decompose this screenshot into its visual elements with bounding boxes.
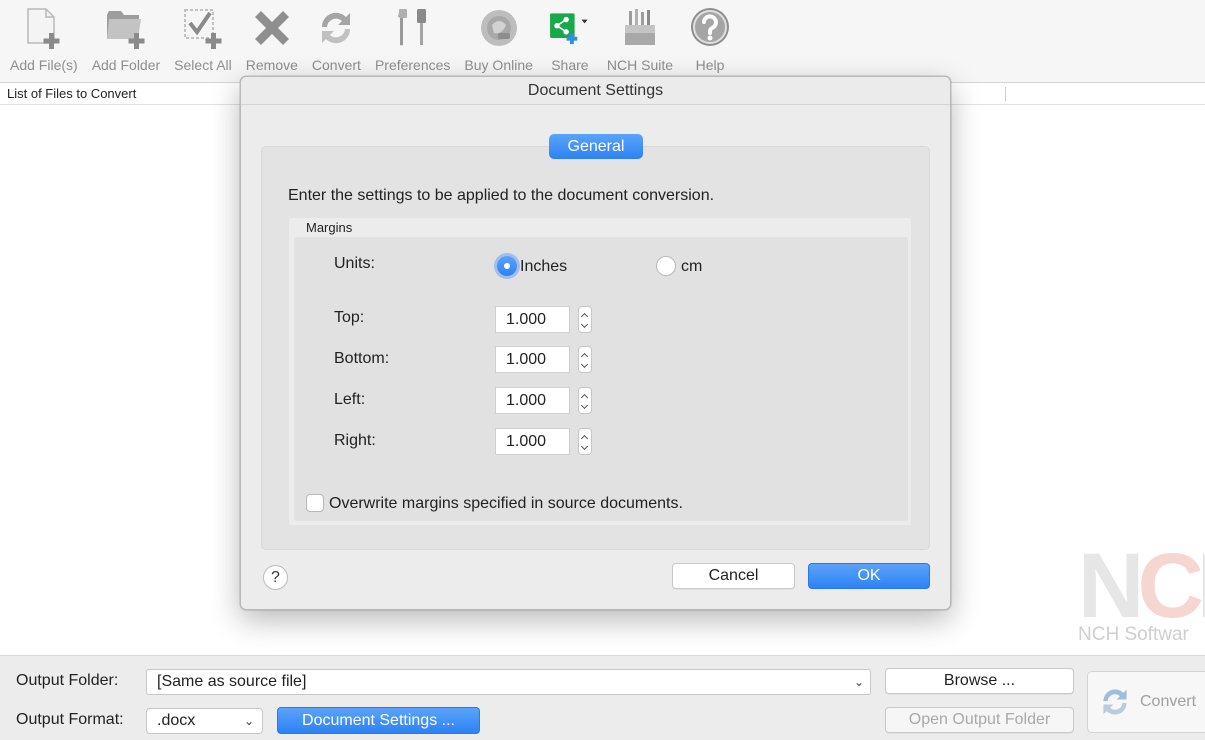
intro-text: Enter the settings to be applied to the … xyxy=(288,187,715,204)
column-divider[interactable] xyxy=(1005,87,1006,101)
overwrite-margins-checkbox[interactable] xyxy=(306,494,324,512)
left-label: Left: xyxy=(334,391,366,408)
buy-online-icon xyxy=(476,4,522,52)
convert-icon xyxy=(1103,689,1127,715)
remove-label: Remove xyxy=(245,57,298,73)
output-folder-value: [Same as source file] xyxy=(157,673,307,690)
preferences-icon xyxy=(390,4,436,52)
radio-cm[interactable] xyxy=(656,256,676,276)
convert-toolbar-button[interactable]: Convert xyxy=(305,0,368,82)
top-margin-stepper[interactable] xyxy=(578,306,592,333)
dialog-title: Document Settings xyxy=(241,77,950,105)
right-margin-stepper[interactable] xyxy=(578,428,592,455)
nch-watermark-logo: NCH NCH Softwar xyxy=(1078,548,1205,648)
cancel-button[interactable]: Cancel xyxy=(672,563,795,589)
buy-online-button[interactable]: Buy Online xyxy=(457,0,539,82)
toolbar: Add File(s) Add Folder Select All Remove… xyxy=(0,0,1205,83)
convert-icon xyxy=(313,4,359,52)
add-folder-icon xyxy=(103,4,149,52)
nch-suite-label: NCH Suite xyxy=(606,57,674,73)
convert-label: Convert xyxy=(1140,693,1197,710)
preferences-label: Preferences xyxy=(374,57,451,73)
convert-button[interactable]: Convert xyxy=(1087,671,1205,733)
convert-toolbar-label: Convert xyxy=(311,57,361,73)
margins-group: Margins xyxy=(289,218,911,525)
nch-software-text: NCH Softwar xyxy=(1078,624,1189,645)
bottom-label: Bottom: xyxy=(334,350,390,367)
chevron-down-icon: ⌄ xyxy=(243,714,254,728)
bottom-margin-stepper[interactable] xyxy=(578,346,592,373)
output-panel: Output Folder: [Same as source file] ⌄ B… xyxy=(0,655,1205,740)
bottom-margin-input[interactable]: 1.000 xyxy=(495,346,570,373)
right-margin-input[interactable]: 1.000 xyxy=(495,428,570,455)
file-list-column-header[interactable]: List of Files to Convert xyxy=(7,86,136,101)
left-margin-input[interactable]: 1.000 xyxy=(495,387,570,414)
radio-inches[interactable] xyxy=(497,256,517,276)
nch-suite-button[interactable]: NCH Suite xyxy=(600,0,680,82)
nch-mark: NCH xyxy=(1078,548,1205,637)
right-label: Right: xyxy=(334,432,376,449)
document-settings-dialog: Document Settings General Enter the sett… xyxy=(240,76,951,610)
browse-button[interactable]: Browse ... xyxy=(885,668,1074,694)
output-folder-label: Output Folder: xyxy=(16,672,119,689)
tab-general[interactable]: General xyxy=(549,134,643,159)
dialog-help-button[interactable]: ? xyxy=(263,565,288,590)
help-toolbar-button[interactable]: Help xyxy=(680,0,740,82)
ok-button[interactable]: OK xyxy=(808,563,930,589)
radio-cm-label[interactable]: cm xyxy=(681,258,702,276)
output-format-value: .docx xyxy=(157,712,196,729)
output-folder-select[interactable]: [Same as source file] ⌄ xyxy=(146,669,871,695)
share-button[interactable]: Share xyxy=(540,0,600,82)
select-all-icon xyxy=(180,4,226,52)
help-icon xyxy=(687,4,733,52)
output-format-select[interactable]: .docx ⌄ xyxy=(146,708,263,734)
add-files-label: Add File(s) xyxy=(10,57,78,73)
units-label: Units: xyxy=(334,255,375,272)
nch-suite-icon xyxy=(617,4,663,52)
preferences-button[interactable]: Preferences xyxy=(368,0,457,82)
select-all-button[interactable]: Select All xyxy=(167,0,239,82)
margins-inner-panel xyxy=(294,237,908,521)
left-margin-stepper[interactable] xyxy=(578,387,592,414)
share-label: Share xyxy=(551,57,589,73)
add-folder-button[interactable]: Add Folder xyxy=(85,0,167,82)
add-files-button[interactable]: Add File(s) xyxy=(3,0,85,82)
add-file-icon xyxy=(21,4,67,52)
radio-inches-label[interactable]: Inches xyxy=(520,258,567,276)
top-label: Top: xyxy=(334,309,365,326)
margins-title: Margins xyxy=(306,220,353,235)
remove-icon xyxy=(249,4,295,52)
output-format-label: Output Format: xyxy=(16,711,124,728)
buy-online-label: Buy Online xyxy=(464,57,533,73)
overwrite-margins-label[interactable]: Overwrite margins specified in source do… xyxy=(329,495,683,513)
remove-button[interactable]: Remove xyxy=(239,0,305,82)
document-settings-button[interactable]: Document Settings ... xyxy=(277,707,480,734)
chevron-down-icon: ⌄ xyxy=(853,675,864,689)
select-all-label: Select All xyxy=(174,57,232,73)
share-icon xyxy=(547,4,593,52)
top-margin-input[interactable]: 1.000 xyxy=(495,306,570,333)
add-folder-label: Add Folder xyxy=(91,57,161,73)
help-toolbar-label: Help xyxy=(695,57,725,73)
open-output-folder-button[interactable]: Open Output Folder xyxy=(885,707,1074,733)
